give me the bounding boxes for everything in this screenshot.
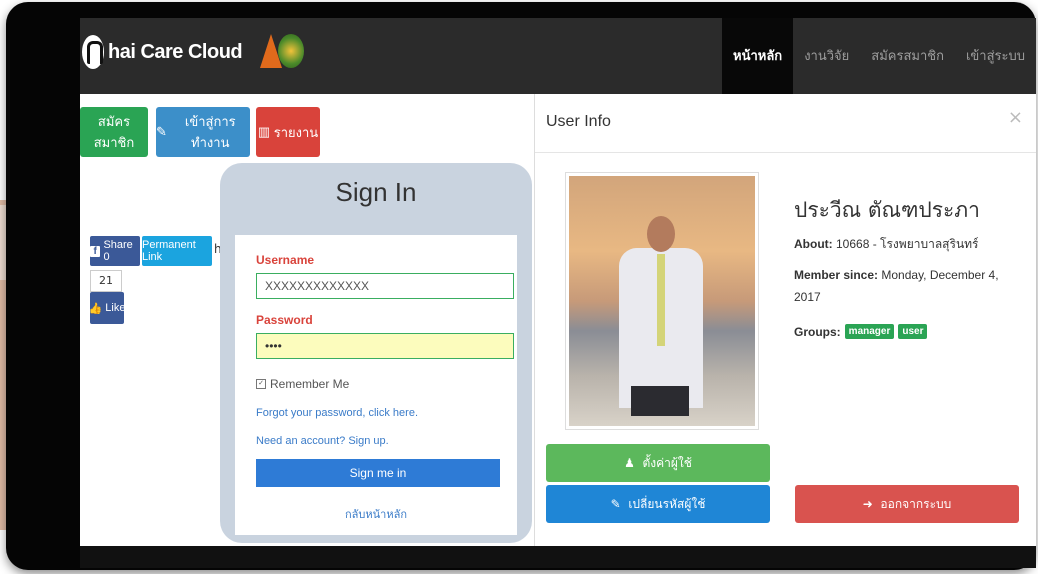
- navbar: hai Care Cloud หน้าหลัก งานวิจัย สมัครสม…: [80, 18, 1036, 94]
- sign-up-link[interactable]: Need an account? Sign up.: [256, 435, 389, 447]
- nav-login[interactable]: เข้าสู่ระบบ: [955, 18, 1036, 94]
- member-label: Member since:: [794, 268, 879, 282]
- remember-me[interactable]: ✓ Remember Me: [256, 377, 349, 391]
- logout-button[interactable]: ➜ ออกจากระบบ: [795, 485, 1019, 523]
- like-label: Like: [105, 302, 126, 314]
- modal-title: User Info: [546, 113, 611, 130]
- permanent-link-button[interactable]: Permanent Link: [142, 236, 212, 266]
- bezel-bottom: [80, 546, 1036, 568]
- sign-in-form: Username XXXXXXXXXXXXX Password •••• ✓ R…: [235, 235, 517, 535]
- back-home-link[interactable]: กลับหน้าหลัก: [235, 505, 517, 523]
- nav-research[interactable]: งานวิจัย: [793, 18, 860, 94]
- brand[interactable]: hai Care Cloud: [80, 32, 305, 72]
- sign-in-button[interactable]: Sign me in: [256, 459, 500, 487]
- work-login-label: เข้าสู่การทำงาน: [184, 114, 236, 150]
- user-name: ประวีณ ตัณฑประภา: [794, 198, 980, 222]
- sign-out-icon: ➜: [862, 497, 877, 511]
- ribbon-icon: [82, 35, 104, 69]
- register-button[interactable]: สมัครสมาชิก: [80, 107, 148, 157]
- edit-icon: ✎: [610, 497, 625, 511]
- about-line: About: 10668 - โรงพยาบาลสุรินทร์: [794, 235, 979, 254]
- change-password-button[interactable]: ✎ เปลี่ยนรหัสผู้ใช้: [546, 485, 770, 523]
- about-value: 10668 - โรงพยาบาลสุรินทร์: [836, 237, 979, 251]
- sign-in-panel: Sign In Username XXXXXXXXXXXXX Password …: [220, 163, 532, 543]
- facebook-share-button[interactable]: f Share 0: [90, 236, 140, 266]
- modal-header: User Info ×: [535, 94, 1036, 153]
- group-badge-user: user: [898, 324, 928, 339]
- facebook-icon: f: [90, 245, 101, 257]
- user-icon: ♟: [624, 456, 639, 470]
- nav-links: หน้าหลัก งานวิจัย สมัครสมาชิก เข้าสู่ระบ…: [722, 18, 1036, 94]
- brand-text: hai Care Cloud: [108, 40, 243, 63]
- logout-label: ออกจากระบบ: [880, 497, 952, 511]
- hospital-logo-icon: [260, 32, 305, 72]
- password-label: Password: [256, 313, 313, 327]
- bar-chart-icon: ▥: [257, 124, 274, 139]
- like-button[interactable]: 👍 Like: [88, 292, 126, 324]
- group-badge-manager: manager: [844, 324, 895, 339]
- groups-label: Groups:: [794, 324, 841, 339]
- report-label: รายงาน: [273, 124, 319, 140]
- username-label: Username: [256, 253, 315, 267]
- user-photo: [565, 172, 759, 430]
- work-login-button[interactable]: ✎ เข้าสู่การทำงาน: [156, 107, 250, 157]
- sign-in-title: Sign In: [335, 177, 417, 207]
- user-settings-label: ตั้งค่าผู้ใช้: [642, 456, 692, 470]
- close-icon[interactable]: ×: [1008, 107, 1023, 128]
- groups-line: Groups: manager user: [794, 324, 928, 339]
- forgot-password-link[interactable]: Forgot your password, click here.: [256, 407, 418, 419]
- user-settings-button[interactable]: ♟ ตั้งค่าผู้ใช้: [546, 444, 770, 482]
- screen: hai Care Cloud หน้าหลัก งานวิจัย สมัครสม…: [80, 18, 1036, 546]
- like-count: 21: [90, 270, 122, 292]
- thumbs-up-icon: 👍: [88, 302, 106, 315]
- nav-register[interactable]: สมัครสมาชิก: [860, 18, 955, 94]
- edit-icon: ✎: [156, 124, 171, 139]
- change-password-label: เปลี่ยนรหัสผู้ใช้: [628, 497, 706, 511]
- member-since-line: Member since: Monday, December 4, 2017: [794, 264, 1024, 308]
- about-label: About:: [794, 237, 833, 251]
- share-label: Share 0: [103, 239, 133, 263]
- report-button[interactable]: ▥ รายงาน: [256, 107, 320, 157]
- username-input[interactable]: XXXXXXXXXXXXX: [256, 273, 514, 299]
- nav-home[interactable]: หน้าหลัก: [722, 18, 794, 94]
- checkbox-icon[interactable]: ✓: [256, 379, 266, 389]
- user-info-modal: User Info × ประวีณ ตัณฑประภา About: 1066…: [534, 94, 1036, 546]
- password-input[interactable]: ••••: [256, 333, 514, 359]
- remember-label: Remember Me: [270, 377, 350, 391]
